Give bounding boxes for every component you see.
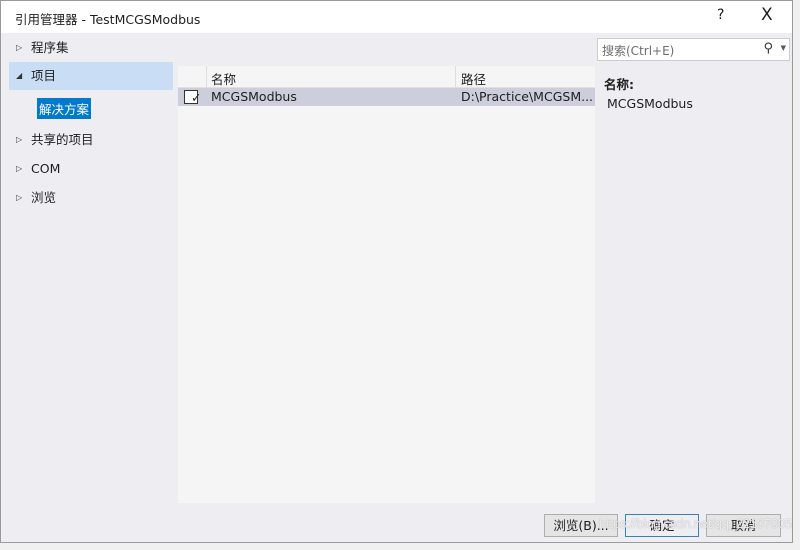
close-button[interactable]: X [761, 5, 773, 25]
browse-button[interactable]: 浏览(B)... [544, 514, 618, 537]
table-header: 名称 路径 [178, 66, 595, 88]
table-row[interactable]: ✓ MCGSModbus D:\Practice\MCGSM... [178, 88, 595, 106]
search-icon[interactable]: ⚲ [763, 41, 773, 56]
sidebar-subitem-solution[interactable]: 解决方案 [37, 98, 92, 119]
sidebar-item-com[interactable]: ▷ COM [9, 155, 173, 183]
reference-table: 名称 路径 ✓ MCGSModbus D:\Practice\MCGSM... [178, 66, 595, 503]
help-button[interactable]: ? [717, 7, 724, 23]
sidebar-item-browse[interactable]: ▷ 浏览 [9, 184, 173, 212]
expand-icon: ▷ [16, 135, 23, 144]
sidebar-item-projects[interactable]: ◢ 项目 [9, 62, 173, 90]
ok-button[interactable]: 确定 [625, 514, 699, 537]
reference-manager-dialog: 引用管理器 - TestMCGSModbus ? X ▷ 程序集 ◢ 项目 ▷ 共享的… [0, 0, 793, 543]
expand-icon: ▷ [16, 43, 23, 52]
column-path[interactable]: 路径 [461, 69, 486, 88]
column-name[interactable]: 名称 [211, 69, 236, 88]
row-path: D:\Practice\MCGSM... [461, 89, 594, 104]
details-label: 名称: [604, 77, 634, 92]
sidebar-item-label: COM [31, 161, 61, 176]
sidebar-item-label: 程序集 [31, 40, 69, 55]
chevron-down-icon[interactable]: ▼ [781, 44, 786, 52]
details-value: MCGSModbus [607, 96, 693, 111]
sidebar-item-assemblies[interactable]: ▷ 程序集 [9, 34, 173, 62]
sidebar-item-label: 项目 [31, 68, 57, 83]
row-name: MCGSModbus [211, 89, 297, 104]
title-bar: 引用管理器 - TestMCGSModbus ? X [1, 1, 792, 33]
search-input[interactable]: 搜索(Ctrl+E) ⚲ ▼ [597, 38, 790, 61]
sidebar-item-shared-projects[interactable]: ▷ 共享的项目 [9, 126, 173, 154]
expand-icon: ▷ [16, 164, 23, 173]
details-panel: 名称: MCGSModbus [604, 74, 693, 111]
row-checkbox[interactable]: ✓ [184, 90, 202, 105]
sidebar-item-label: 浏览 [31, 190, 57, 205]
check-icon: ✓ [191, 90, 202, 105]
sidebar-item-label: 共享的项目 [31, 132, 94, 147]
collapse-icon: ◢ [16, 71, 23, 80]
window-title: 引用管理器 - TestMCGSModbus [15, 12, 201, 27]
expand-icon: ▷ [16, 193, 23, 202]
cancel-button[interactable]: 取消 [706, 514, 781, 537]
search-placeholder: 搜索(Ctrl+E) [602, 44, 675, 58]
